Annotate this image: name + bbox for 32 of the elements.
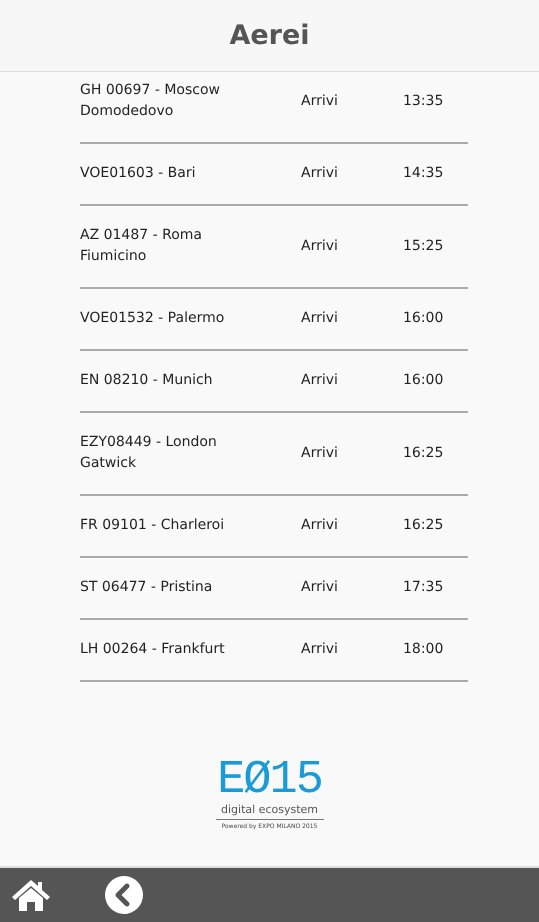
direction-text: Arrivi xyxy=(301,236,339,256)
flight-name: EN 08210 - Munich xyxy=(80,371,214,390)
arrival-time: 16:00 xyxy=(403,371,444,390)
direction-text: Arrivi xyxy=(301,164,339,183)
direction-text: Arrivi xyxy=(301,92,339,110)
arrival-time: 13:35 xyxy=(403,92,444,110)
direction-text: Arrivi xyxy=(301,640,339,659)
arrival-time: 14:35 xyxy=(403,164,444,183)
direction-text: Arrivi xyxy=(301,371,339,390)
arrival-time: 16:25 xyxy=(403,516,444,535)
flight-name: LH 00264 - Frankfurt xyxy=(80,640,226,659)
logo-mark: EØ15 xyxy=(217,759,322,803)
flight-name: FR 09101 - Charleroi xyxy=(80,516,226,535)
direction-text: Arrivi xyxy=(301,516,339,535)
flight-name: GH 00697 - Moscow Domodedovo xyxy=(80,81,221,121)
back-icon[interactable] xyxy=(104,875,144,915)
arrival-time: 17:35 xyxy=(403,578,444,597)
flight-name: AZ 01487 - Roma Fiumicino xyxy=(80,226,203,266)
arrival-time: 18:00 xyxy=(403,640,444,659)
direction-text: Arrivi xyxy=(301,444,339,462)
flight-name: VOE01532 - Palermo xyxy=(80,309,226,328)
flight-name: VOE01603 - Bari xyxy=(80,164,197,183)
home-icon[interactable] xyxy=(11,878,51,912)
arrival-time: 16:00 xyxy=(403,309,444,328)
page-title: Aerei xyxy=(229,20,310,51)
flight-name: ST 06477 - Pristina xyxy=(80,578,214,597)
flight-name: EZY08449 - London Gatwick xyxy=(80,433,218,473)
arrival-time: 16:25 xyxy=(403,444,444,462)
arrival-time: 15:25 xyxy=(403,236,444,256)
logo-subtitle: digital ecosystem xyxy=(216,803,324,820)
direction-text: Arrivi xyxy=(301,578,339,597)
direction-text: Arrivi xyxy=(301,309,339,328)
